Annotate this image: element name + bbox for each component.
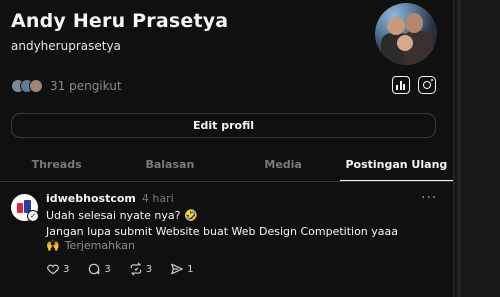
post-actions: 3 3 3 1 [46,262,212,276]
raised-hands-emoji: 🙌 [46,239,60,252]
checkmark-icon: ✓ [27,210,39,222]
comment-count: 3 [104,263,111,275]
post-text-line-1: Udah selesai nyate nya? 🤣 [46,209,198,222]
profile-name: Andy Heru Prasetya [11,10,229,32]
tab-threads[interactable]: Threads [0,148,113,181]
heart-icon [47,264,59,275]
profile-page: Andy Heru Prasetya andyheruprasetya 31 p… [0,0,453,297]
like-button[interactable]: 3 [46,262,69,276]
profile-tabs: Threads Balasan Media Postingan Ulang [0,148,453,182]
post-time: 4 hari [141,192,174,205]
translate-link[interactable]: Terjemahkan [65,239,135,252]
repost-icon [130,262,141,276]
profile-avatar[interactable] [375,3,437,65]
share-button[interactable]: 1 [170,262,194,276]
tab-replies[interactable]: Balasan [113,148,226,181]
repost-count: 3 [145,263,153,275]
post-text-line-2: Jangan lupa submit Website buat Web Desi… [46,225,399,238]
thread-post: ✓ idwebhostcom 4 hari ··· Udah selesai n… [0,182,453,292]
share-count: 1 [187,263,194,275]
tab-media[interactable]: Media [227,148,340,181]
tab-reposts[interactable]: Postingan Ulang [339,148,453,181]
followers-link[interactable]: 31 pengikut [11,78,122,94]
repost-button[interactable]: 3 [129,262,152,276]
send-icon [171,263,183,275]
followers-count: 31 pengikut [50,79,122,93]
comment-icon [89,263,100,275]
comment-button[interactable]: 3 [87,262,111,276]
instagram-icon[interactable] [418,76,436,94]
scrollbar[interactable] [453,0,500,297]
profile-handle: andyheruprasetya [11,39,121,53]
edit-profile-button[interactable]: Edit profil [11,113,436,138]
bar-chart-icon[interactable] [392,76,410,94]
like-count: 3 [63,263,70,275]
post-author[interactable]: idwebhostcom [46,192,136,205]
follower-avatar [29,79,43,93]
more-options-icon[interactable]: ··· [421,190,437,206]
